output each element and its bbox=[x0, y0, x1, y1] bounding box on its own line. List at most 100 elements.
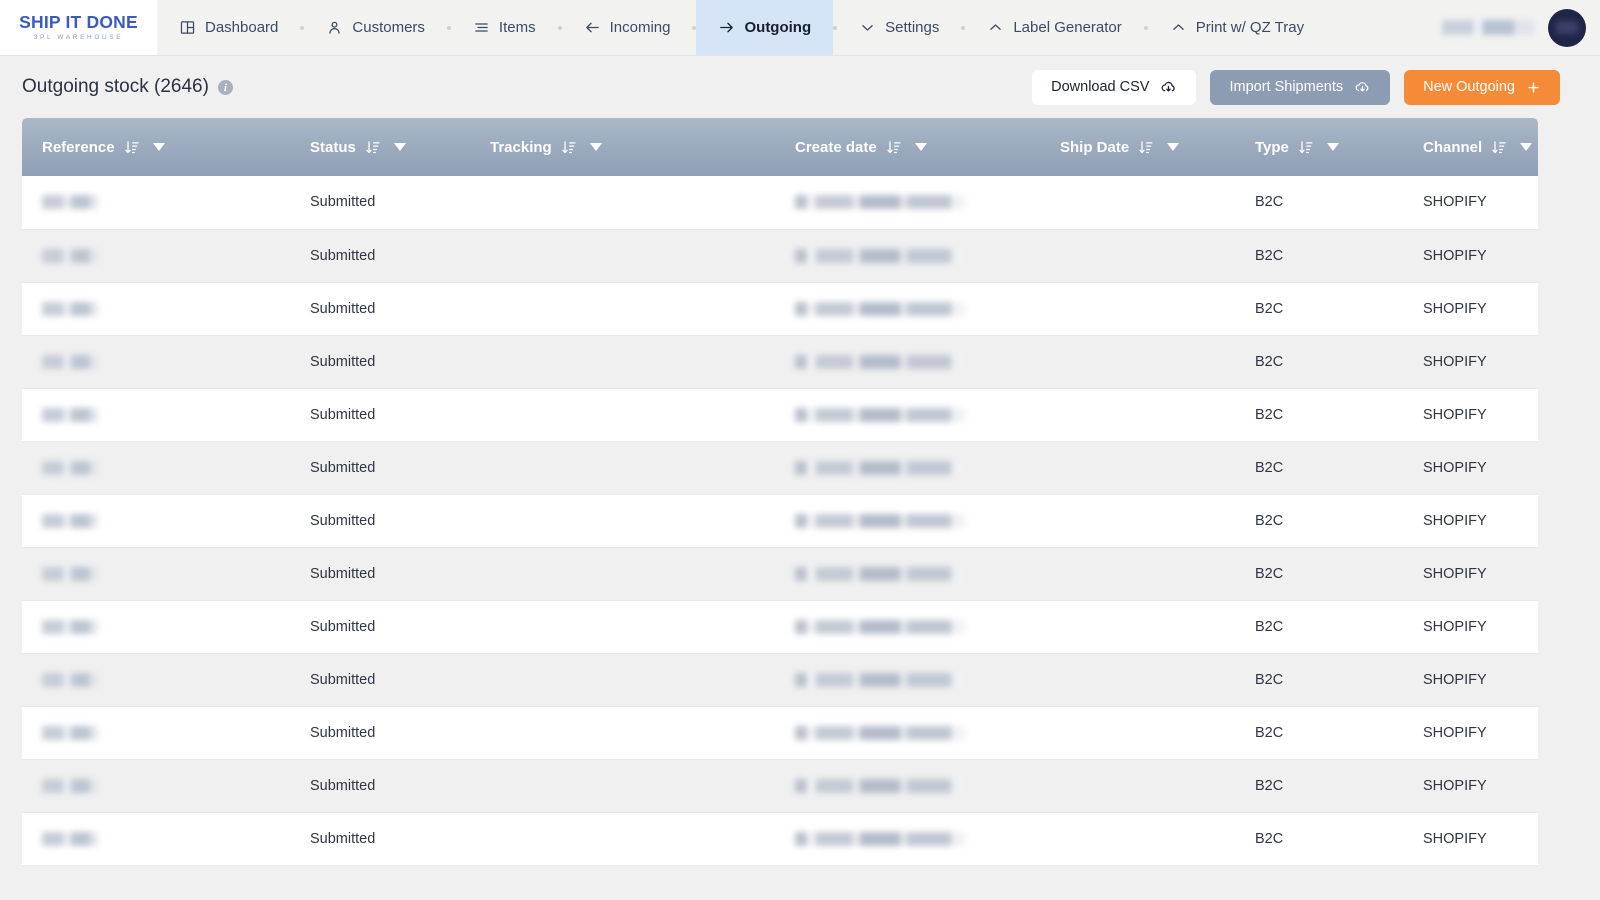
create-date-redacted bbox=[795, 301, 965, 316]
nav-item-customers[interactable]: Customers bbox=[304, 0, 447, 55]
page-header: Outgoing stock (2646) i Download CSV Impo… bbox=[0, 56, 1600, 118]
cell-tracking bbox=[470, 653, 775, 707]
cell-tracking bbox=[470, 176, 775, 230]
cell-channel: SHOPIFY bbox=[1403, 441, 1538, 495]
column-header-label: Channel bbox=[1423, 138, 1483, 156]
column-header-status[interactable]: Status bbox=[290, 118, 470, 176]
create-date-redacted bbox=[795, 354, 965, 369]
cell-type: B2C bbox=[1235, 494, 1403, 548]
column-header-reference[interactable]: Reference bbox=[22, 118, 290, 176]
sort-tracking-icon[interactable] bbox=[561, 139, 577, 156]
info-icon[interactable]: i bbox=[217, 80, 233, 96]
cell-tracking bbox=[470, 335, 775, 389]
nav-item-settings[interactable]: Settings bbox=[837, 0, 961, 55]
cell-ship-date bbox=[1040, 282, 1235, 336]
sort-reference-icon[interactable] bbox=[124, 139, 140, 156]
cell-type: B2C bbox=[1235, 441, 1403, 495]
column-header-tracking[interactable]: Tracking bbox=[470, 118, 775, 176]
nav-user-area bbox=[1442, 0, 1600, 55]
cell-ship-date bbox=[1040, 600, 1235, 654]
sort-create-date-icon[interactable] bbox=[886, 139, 902, 156]
table-row[interactable]: Submitted B2C SHOPIFY bbox=[22, 600, 1538, 654]
new-outgoing-button[interactable]: New Outgoing bbox=[1404, 69, 1560, 105]
sort-status-icon[interactable] bbox=[365, 139, 381, 156]
cell-tracking bbox=[470, 706, 775, 760]
chevron-down-icon bbox=[859, 19, 876, 36]
sort-channel-icon[interactable] bbox=[1491, 139, 1507, 156]
user-name-redacted bbox=[1442, 20, 1534, 35]
sort-type-icon[interactable] bbox=[1298, 139, 1314, 156]
cell-tracking bbox=[470, 600, 775, 654]
cell-create-date bbox=[775, 600, 1040, 654]
table-row[interactable]: Submitted B2C SHOPIFY bbox=[22, 441, 1538, 495]
nav-item-label: Incoming bbox=[609, 19, 671, 36]
cell-status: Submitted bbox=[290, 229, 470, 283]
column-header-label: Status bbox=[310, 138, 356, 156]
download-csv-button[interactable]: Download CSV bbox=[1032, 69, 1197, 105]
nav-item-incoming[interactable]: Incoming bbox=[562, 0, 693, 55]
top-navigation-bar: SHIP IT DONE 3PL WAREHOUSE Dashboard Cust… bbox=[0, 0, 1600, 56]
table-row[interactable]: Submitted B2C SHOPIFY bbox=[22, 388, 1538, 442]
nav-item-label: Outgoing bbox=[744, 19, 812, 36]
filter-create-date-caret-icon[interactable] bbox=[914, 143, 927, 151]
cell-type: B2C bbox=[1235, 335, 1403, 389]
cell-tracking bbox=[470, 441, 775, 495]
brand-logo-name: SHIP IT DONE bbox=[19, 11, 138, 32]
table-row[interactable]: Submitted B2C SHOPIFY bbox=[22, 812, 1538, 866]
reference-redacted bbox=[42, 725, 98, 740]
nav-item-print-w-qz-tray[interactable]: Print w/ QZ Tray bbox=[1148, 0, 1326, 55]
column-header-create-date[interactable]: Create date bbox=[775, 118, 1040, 176]
cell-reference bbox=[22, 600, 290, 654]
cell-create-date bbox=[775, 229, 1040, 283]
filter-ship-date-caret-icon[interactable] bbox=[1167, 143, 1180, 151]
reference-redacted bbox=[42, 831, 98, 846]
nav-item-outgoing[interactable]: Outgoing bbox=[696, 0, 834, 55]
filter-tracking-caret-icon[interactable] bbox=[589, 143, 602, 151]
nav-item-items[interactable]: Items bbox=[451, 0, 558, 55]
nav-item-label-generator[interactable]: Label Generator bbox=[965, 0, 1143, 55]
outgoing-stock-table-wrapper: Reference Status Tracking Create date Ship D… bbox=[22, 118, 1538, 866]
cell-reference bbox=[22, 759, 290, 813]
nav-item-dashboard[interactable]: Dashboard bbox=[157, 0, 300, 55]
cell-create-date bbox=[775, 706, 1040, 760]
brand-logo[interactable]: SHIP IT DONE 3PL WAREHOUSE bbox=[0, 0, 157, 55]
table-row[interactable]: Submitted B2C SHOPIFY bbox=[22, 229, 1538, 283]
table-row[interactable]: Submitted B2C SHOPIFY bbox=[22, 759, 1538, 813]
cell-create-date bbox=[775, 176, 1040, 230]
table-row[interactable]: Submitted B2C SHOPIFY bbox=[22, 547, 1538, 601]
cell-status: Submitted bbox=[290, 600, 470, 654]
table-row[interactable]: Submitted B2C SHOPIFY bbox=[22, 282, 1538, 336]
filter-type-caret-icon[interactable] bbox=[1326, 143, 1339, 151]
cell-channel: SHOPIFY bbox=[1403, 759, 1538, 813]
cell-tracking bbox=[470, 388, 775, 442]
filter-status-caret-icon[interactable] bbox=[393, 143, 406, 151]
create-date-redacted bbox=[795, 513, 965, 528]
table-row[interactable]: Submitted B2C SHOPIFY bbox=[22, 653, 1538, 707]
cloud-download-icon bbox=[1160, 79, 1177, 96]
table-row[interactable]: Submitted B2C SHOPIFY bbox=[22, 706, 1538, 760]
cell-channel: SHOPIFY bbox=[1403, 653, 1538, 707]
table-row[interactable]: Submitted B2C SHOPIFY bbox=[22, 335, 1538, 389]
sort-ship-date-icon[interactable] bbox=[1138, 139, 1154, 156]
import-shipments-button[interactable]: Import Shipments bbox=[1210, 69, 1391, 105]
cell-channel: SHOPIFY bbox=[1403, 176, 1538, 230]
import-shipments-label: Import Shipments bbox=[1229, 79, 1344, 95]
cell-type: B2C bbox=[1235, 176, 1403, 230]
cell-status: Submitted bbox=[290, 388, 470, 442]
avatar[interactable] bbox=[1548, 8, 1586, 47]
table-row[interactable]: Submitted B2C SHOPIFY bbox=[22, 176, 1538, 230]
filter-reference-caret-icon[interactable] bbox=[152, 143, 165, 151]
cell-type: B2C bbox=[1235, 812, 1403, 866]
cell-ship-date bbox=[1040, 229, 1235, 283]
cell-status: Submitted bbox=[290, 176, 470, 230]
table-row[interactable]: Submitted B2C SHOPIFY bbox=[22, 494, 1538, 548]
column-header-label: Reference bbox=[42, 138, 115, 156]
download-csv-label: Download CSV bbox=[1051, 79, 1150, 95]
filter-channel-caret-icon[interactable] bbox=[1520, 143, 1533, 151]
column-header-ship-date[interactable]: Ship Date bbox=[1040, 118, 1235, 176]
cell-status: Submitted bbox=[290, 812, 470, 866]
cell-status: Submitted bbox=[290, 282, 470, 336]
column-header-type[interactable]: Type bbox=[1235, 118, 1403, 176]
column-header-channel[interactable]: Channel bbox=[1403, 118, 1538, 176]
cell-reference bbox=[22, 335, 290, 389]
